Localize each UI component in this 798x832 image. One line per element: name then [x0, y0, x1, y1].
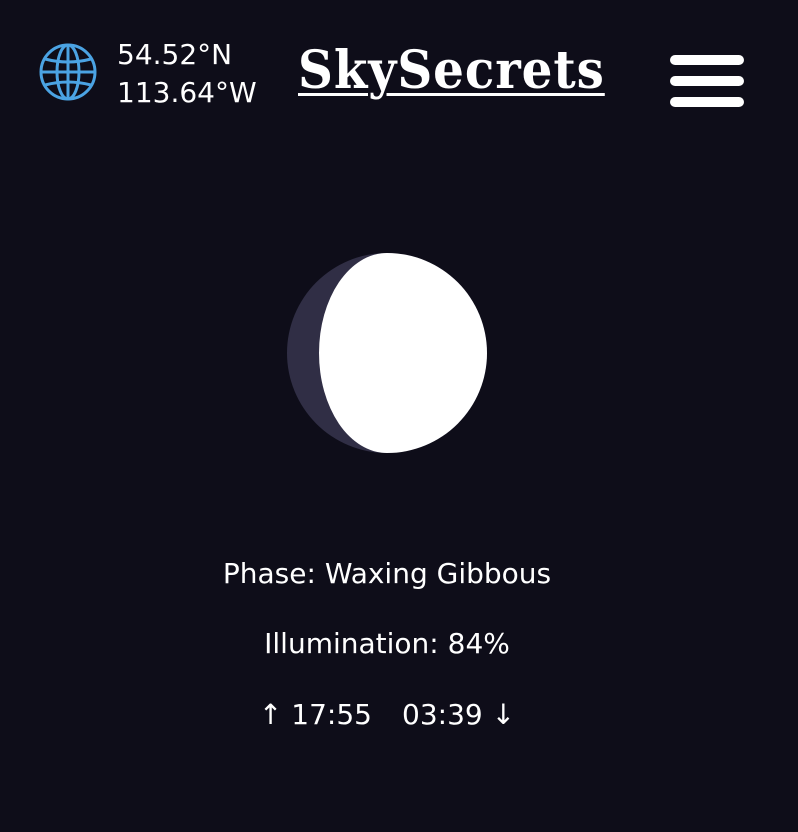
illumination-line: Illumination: 84%	[0, 626, 774, 662]
moonrise-time: 17:55	[291, 698, 372, 731]
menu-bar-middle	[670, 76, 744, 86]
location-coordinates: 54.52°N 113.64°W	[117, 36, 257, 112]
menu-bar-bottom	[670, 97, 744, 107]
globe-icon[interactable]	[38, 42, 98, 102]
brand-title[interactable]: SkySecrets	[298, 36, 605, 106]
menu-bar-top	[670, 55, 744, 65]
phase-label: Phase:	[222, 557, 316, 590]
rise-set-times: ↑ 17:55 03:39 ↓	[0, 697, 774, 733]
phase-line: Phase: Waxing Gibbous	[0, 556, 774, 592]
illumination-value: 84%	[447, 627, 510, 660]
phase-value: Waxing Gibbous	[324, 557, 552, 590]
hamburger-menu-icon[interactable]	[670, 55, 744, 109]
longitude: 113.64°W	[117, 76, 257, 109]
moonset-arrow-icon: ↓	[491, 698, 516, 731]
moon-phase-graphic	[287, 253, 487, 453]
illumination-label: Illumination:	[264, 627, 439, 660]
latitude: 54.52°N	[117, 38, 233, 71]
moonrise-arrow-icon: ↑	[258, 698, 283, 731]
app-header: 54.52°N 113.64°W SkySecrets	[0, 0, 798, 150]
moon-lit-portion	[319, 253, 487, 453]
moonset-time: 03:39	[402, 698, 483, 731]
